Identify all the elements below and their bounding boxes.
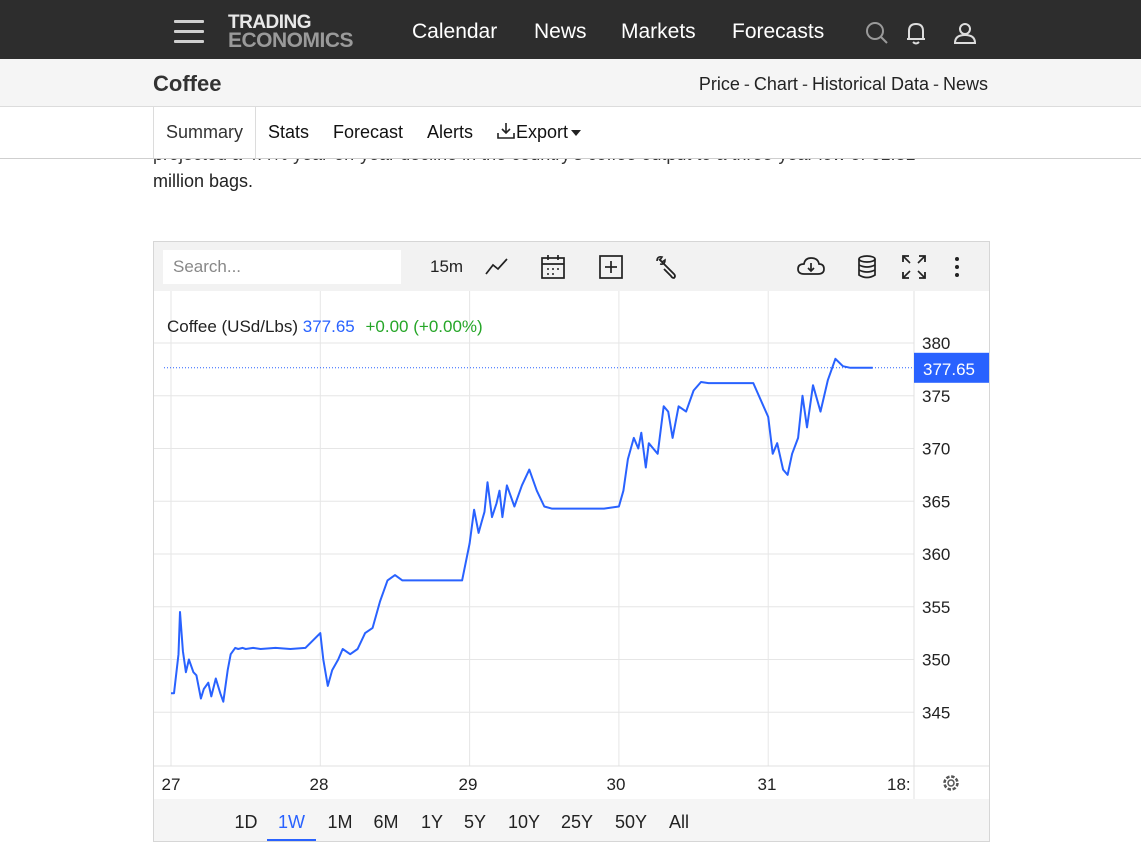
nav-forecasts[interactable]: Forecasts [732,20,824,44]
caret-down-icon [571,130,582,137]
top-navbar: TRADING ECONOMICS Calendar News Markets … [0,0,1141,59]
range-selector: 1D 1W 1M 6M 1Y 5Y 10Y 25Y 50Y All [154,799,989,841]
series-value: 377.65 [302,317,355,336]
menu-icon[interactable] [174,20,204,43]
chart-type-icon[interactable] [484,254,510,280]
tab-stats[interactable]: Stats [268,107,309,158]
database-icon[interactable] [854,254,880,280]
separator: - [801,74,808,94]
series-change: +0.00 (+0.00%) [365,317,483,336]
tab-export[interactable]: Export [496,107,582,158]
page-title: Coffee [153,71,222,96]
nav-markets[interactable]: Markets [621,20,696,44]
y-tick-label: 370 [922,440,950,459]
y-tick-label: 365 [922,492,950,511]
price-chart-widget: 15m [153,241,990,842]
fullscreen-icon[interactable] [901,254,927,280]
link-historical-data[interactable]: Historical Data [812,74,929,94]
range-button[interactable]: 1M [318,799,362,839]
wrench-icon[interactable] [654,254,680,280]
x-tick-label: 18: [887,775,911,794]
tab-alerts[interactable]: Alerts [427,107,473,158]
gear-icon[interactable] [943,775,959,791]
x-tick-label: 30 [607,775,626,794]
x-tick-label: 28 [310,775,329,794]
separator: - [932,74,939,94]
nav-news[interactable]: News [534,20,587,44]
cloud-download-icon[interactable] [796,254,826,280]
download-icon [497,123,515,139]
search-icon[interactable] [864,20,890,46]
range-button[interactable]: 1D [226,799,266,839]
y-tick-label: 355 [922,598,950,617]
series-name: Coffee (USd/Lbs) [167,317,299,336]
chart-toolbar: 15m [154,242,989,291]
range-button[interactable]: 6M [364,799,408,839]
tab-summary[interactable]: Summary [153,107,257,158]
chart-legend: Coffee (USd/Lbs) 377.65 +0.00 (+0.00%) [167,317,483,337]
symbol-search-input[interactable] [163,250,401,284]
range-button[interactable]: 1W [267,799,316,841]
add-indicator-icon[interactable] [598,254,624,280]
bell-icon[interactable] [903,20,929,46]
y-tick-label: 350 [922,651,950,670]
plot-area [154,291,914,766]
y-tick-label: 345 [922,703,950,722]
y-tick-label: 375 [922,387,950,406]
range-button[interactable]: 25Y [554,799,600,839]
link-price[interactable]: Price [699,74,740,94]
y-tick-label: 380 [922,334,950,353]
x-tick-label: 31 [758,775,777,794]
range-button[interactable]: 10Y [501,799,547,839]
x-tick-label: 29 [459,775,478,794]
logo-line2: ECONOMICS [228,29,354,52]
tab-forecast[interactable]: Forecast [333,107,403,158]
price-chart[interactable]: 380 375 370 365 360 355 350 345 27 28 29 30 31 18: 377… [154,291,989,799]
nav-calendar[interactable]: Calendar [412,20,497,44]
calendar-icon[interactable] [540,254,566,280]
article-line: million bags. [153,171,254,191]
range-button[interactable]: 50Y [608,799,654,839]
more-options-icon[interactable] [944,254,970,280]
link-news[interactable]: News [943,74,988,94]
header-links: Price - Chart - Historical Data - News [699,74,988,95]
range-button[interactable]: All [661,799,697,839]
last-price-label: 377.65 [923,360,975,379]
link-chart[interactable]: Chart [754,74,798,94]
range-button[interactable]: 5Y [454,799,496,839]
interval-selector[interactable]: 15m [430,257,463,277]
separator: - [743,74,750,94]
site-logo[interactable]: TRADING ECONOMICS [228,13,354,52]
export-label: Export [516,122,569,142]
user-icon[interactable] [952,20,978,46]
commodity-header: Coffee Price - Chart - Historical Data - News [0,59,1141,107]
y-tick-label: 360 [922,545,950,564]
x-tick-label: 27 [162,775,181,794]
range-button[interactable]: 1Y [410,799,454,839]
tab-bar: Summary Stats Forecast Alerts Export [0,107,1141,159]
